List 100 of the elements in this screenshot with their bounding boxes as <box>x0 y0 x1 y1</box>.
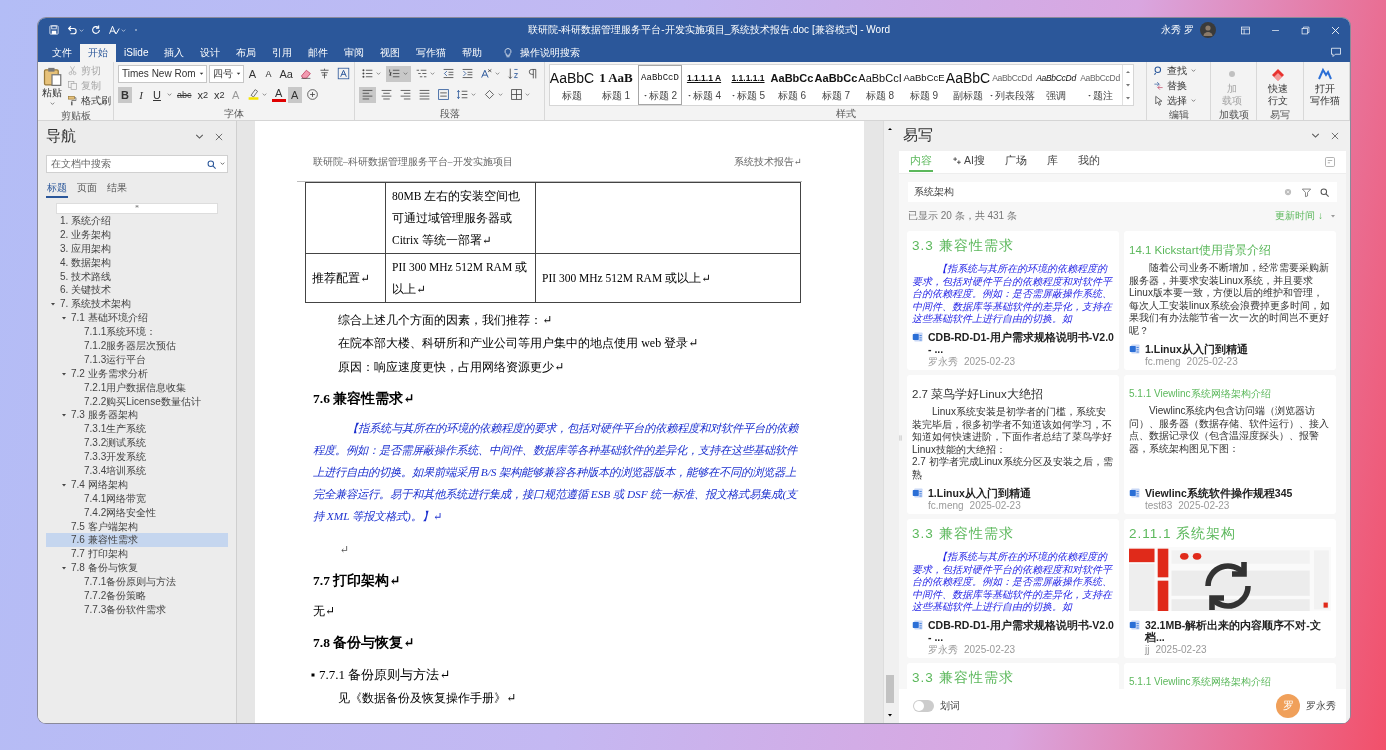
format-button[interactable]: abc <box>175 86 194 103</box>
heading-item[interactable]: 7.8 备份与恢复 <box>46 561 228 576</box>
pane-tab[interactable]: 页面 <box>76 180 98 198</box>
ribbon-tab[interactable]: 写作猫 <box>408 43 455 62</box>
pane-tab[interactable]: 库 <box>1045 151 1059 172</box>
source-document[interactable]: Viewlinc系统软件操作规程345 <box>1145 486 1293 499</box>
open-writing-cat-button[interactable]: 打开 写作猫 <box>1307 63 1342 108</box>
style-item[interactable]: AaBbC 标题 <box>550 64 594 105</box>
instruction-note: 【指系统与其所在的环境的依赖程度的要求，包括对硬件平台的依赖程度和对软件平台的依赖程度。例如：是否需屏蔽操作系统、中间件、数据库等各种基础软件的差异化，支持在这些基础软件上进行自由的切换。如果前端采用 B/S 架构能够兼容各种版本的浏览器版本，能够在不同的浏览器上完全兼容运行。易于和其他系统进行集成，接口规范遵循 ESB 或 DSF 统一标准、报文格式易集成(支持 XML 等报文格式)。】↵ <box>313 421 800 525</box>
editing-button[interactable]: 替换 <box>1151 78 1200 93</box>
paste-button[interactable]: 粘贴 <box>42 63 62 109</box>
heading-item[interactable]: 7.5 客户端架构 <box>46 519 228 534</box>
font-color-button[interactable]: A <box>271 87 286 103</box>
style-item[interactable]: 1 AaB 标题 1 <box>594 64 638 105</box>
clipboard-button[interactable]: 格式刷 <box>65 93 113 108</box>
ribbon-tab[interactable]: 开始 <box>80 43 116 62</box>
style-item[interactable]: AaBbCcI 标题 8 <box>858 64 902 105</box>
grow-font-button[interactable]: A <box>245 65 260 82</box>
result-card[interactable]: 3.3 兼容性需求 【指系统与其所在的环境的依赖程度的要求，包括对硬件平台的依赖程度和对软件平台的依赖程度。例如：是否需屏蔽操作系统、中间件、数据库等基础软件的差异化，支持在这些基础软件上进行自由的切换。如 CDB-RD-D1-用户需求规格说明书-V2.0 - ... 罗永秀 2025-02-23 <box>907 518 1119 658</box>
result-card[interactable]: 5.1.1 Viewlinc系统网络架构介绍 Viewlinc系统内包含访问端（浏览器访问）、服务器（数据存储、软件运行）、接入点、数据记录仪（包含温湿度探头）、报警器，系统架构图见下图： Viewlinc系统软件操作规程345 test83 2025-02-23 <box>1124 374 1336 514</box>
style-item[interactable]: 1.1.1.1 A 标题 4 <box>682 64 726 105</box>
source-document[interactable]: 32.1MB-解析出来的内容顺序不对-文档... <box>1145 618 1331 643</box>
format-button[interactable]: I <box>134 86 148 103</box>
result-card[interactable]: 14.1 Kickstart使用背景介绍 随着公司业务不断增加，经常需要采购新服务器，并要求安装Linux系统，并且要求Linux版本要一致，方便以后的维护和管理，每次人工安装linux系统会浪费掉更多时间，如果我们有办法能节省一次一次的时间岂不更好呢？ 1.Linux从入门到精通 fc.meng 2025-02-23 <box>1124 230 1336 370</box>
pane-tab[interactable]: 我的 <box>1076 151 1101 172</box>
heading-item[interactable]: 7.7.2备份策略 <box>46 589 228 603</box>
editing-button[interactable]: 查找 <box>1151 63 1200 78</box>
heading-item[interactable]: 7.4 网络架构 <box>46 477 228 492</box>
heading-item[interactable]: 7.1.2服务器层次预估 <box>46 339 228 353</box>
search-field[interactable]: 在文档中搜索 <box>46 154 228 173</box>
quick-write-button[interactable]: 快速 行文 <box>1261 63 1296 108</box>
ribbon-tab[interactable]: 引用 <box>264 43 301 62</box>
heading-item[interactable]: 7.1.1系统环境： <box>46 325 228 339</box>
heading-item[interactable]: 6. 关键技术 <box>46 283 228 298</box>
pane-tab[interactable]: 结果 <box>106 180 128 198</box>
heading-item[interactable]: 7.2.1用户数据信息收集 <box>46 380 228 395</box>
style-item[interactable]: AaBbCcD 标题 2 <box>638 64 682 105</box>
heading-item[interactable]: 3. 应用架构 <box>46 241 228 256</box>
group-label: 剪贴板 <box>59 108 92 122</box>
card-author: test83 <box>1145 499 1173 511</box>
result-card[interactable]: 2.7 菜鸟学好Linux大绝招 Linux系统安装是初学者的门槛，系统安装完毕后，很多初学者不知道该如何学习，不知道如何快速进阶，下面作者总结了菜鸟学好Linux技能的大绝招： 2.7 初学者完成Linux系统分区及安装之后，需熟 1.Linux从入门到精通 fc.meng 2025-02-23 <box>907 374 1119 514</box>
style-item[interactable]: AaBbCc 标题 6 <box>770 64 814 105</box>
style-item[interactable]: AaBbCcDd 强调 <box>1034 64 1078 105</box>
heading-item[interactable]: 7.2.2购买License数量估计 <box>46 394 228 409</box>
ribbon-tab[interactable]: 布局 <box>228 43 265 62</box>
ribbon-tab[interactable]: 设计 <box>192 43 229 62</box>
style-item[interactable]: AaBbCcDd 题注 <box>1078 64 1122 105</box>
shrink-font-button[interactable]: A <box>261 65 276 82</box>
heading-item[interactable]: 4. 数据架构 <box>46 255 228 270</box>
section-heading: 7.7 打印架构↵ <box>313 572 402 591</box>
change-case-button[interactable]: Aa <box>277 65 295 82</box>
heading-item[interactable]: 7.3.4培训系统 <box>46 464 228 478</box>
heading-item[interactable]: 7.1 基础环境介绍 <box>46 311 228 326</box>
heading-item[interactable]: 7. 系统技术架构 <box>46 297 228 312</box>
search-field[interactable]: 系统架构 <box>908 181 1337 202</box>
result-card[interactable]: 3.3 兼容性需求 【指系统与其所在的环境的依赖程度的要求，包括对硬件平台的依赖程度和对软件平台的依赖程度。例如：是否需屏蔽操作系统、中间件、数据库等基础软件的差异化，支持在这些基础软件上进行自由的切换。如 CDB-RD-D1-用户需求规格说明书-V2.0 - ... 罗永秀 2025-02-23 <box>907 230 1119 370</box>
heading-item[interactable]: 2. 业务架构 <box>46 227 228 242</box>
format-button[interactable]: U <box>150 86 164 103</box>
ribbon-tab[interactable]: 视图 <box>372 43 409 62</box>
ribbon-tab[interactable]: 邮件 <box>300 43 337 62</box>
font-name-field[interactable]: Times New Rom <box>118 64 207 83</box>
style-item[interactable]: AaBbCc 标题 7 <box>814 64 858 105</box>
heading-item[interactable]: 7.3.1生产系统 <box>46 422 228 437</box>
pane-tab[interactable]: AI搜 <box>951 151 986 172</box>
pane-tab[interactable]: 标题 <box>46 180 68 198</box>
ribbon-tab[interactable]: 帮助 <box>454 43 491 62</box>
ribbon-tab[interactable]: 插入 <box>156 43 193 62</box>
tell-me-search[interactable]: 操作说明搜索 <box>520 45 581 60</box>
source-document[interactable]: CDB-RD-D1-用户需求规格说明书-V2.0 - ... <box>928 330 1114 355</box>
heading-item[interactable]: 7.2 业务需求分析 <box>46 366 228 381</box>
heading-item[interactable]: 7.7.1备份原则与方法 <box>46 575 228 589</box>
ribbon-tab[interactable]: 审阅 <box>336 43 373 62</box>
heading-item[interactable]: 7.4.1网络带宽 <box>46 491 228 506</box>
source-document[interactable]: 1.Linux从入门到精通 <box>928 486 1031 499</box>
ribbon-tab[interactable]: 文件 <box>44 43 80 62</box>
heading-item[interactable]: 7.3.3开发系统 <box>46 450 228 464</box>
pane-tab[interactable]: 广场 <box>1003 151 1028 172</box>
shading-button[interactable]: A <box>287 86 302 103</box>
heading-item[interactable]: 5. 技术路线 <box>46 269 228 284</box>
heading-item[interactable]: 1. 系统介绍 <box>46 213 228 228</box>
style-item[interactable]: 1.1.1.1.1 标题 5 <box>726 64 770 105</box>
style-item[interactable]: AaBbC 副标题 <box>946 64 990 105</box>
heading-item[interactable]: 7.6 兼容性需求 <box>46 533 228 548</box>
style-item[interactable]: AaBbCcDd 列表段落 <box>990 64 1034 105</box>
heading-item[interactable]: 7.1.3运行平台 <box>46 352 228 367</box>
source-document[interactable]: 1.Linux从入门到精通 <box>1145 342 1248 355</box>
card-title: 3.3 兼容性需求 <box>912 236 1015 255</box>
font-size-field[interactable]: 四号 <box>208 64 244 83</box>
heading-item[interactable]: 7.4.2网络安全性 <box>46 505 228 520</box>
ribbon-tab[interactable]: iSlide <box>116 43 157 62</box>
card-author: jj <box>1145 643 1150 655</box>
editing-button[interactable]: 选择 <box>1151 93 1200 108</box>
heading-item[interactable]: 7.3 服务器架构 <box>46 408 228 423</box>
result-card[interactable]: 2.11.1 系统架构 32.1MB-解析出来的内容顺序不对-文档... jj 2025-02-23 <box>1124 518 1336 658</box>
heading-item[interactable]: 7.7.3备份软件需求 <box>46 602 228 617</box>
source-document[interactable]: CDB-RD-D1-用户需求规格说明书-V2.0 - ... <box>928 618 1114 643</box>
format-button[interactable]: B <box>118 86 132 103</box>
heading-item[interactable]: 7.7 打印架构 <box>46 547 228 562</box>
heading-item[interactable]: 7.3.2测试系统 <box>46 436 228 451</box>
style-item[interactable]: AaBbCcE 标题 9 <box>902 64 946 105</box>
